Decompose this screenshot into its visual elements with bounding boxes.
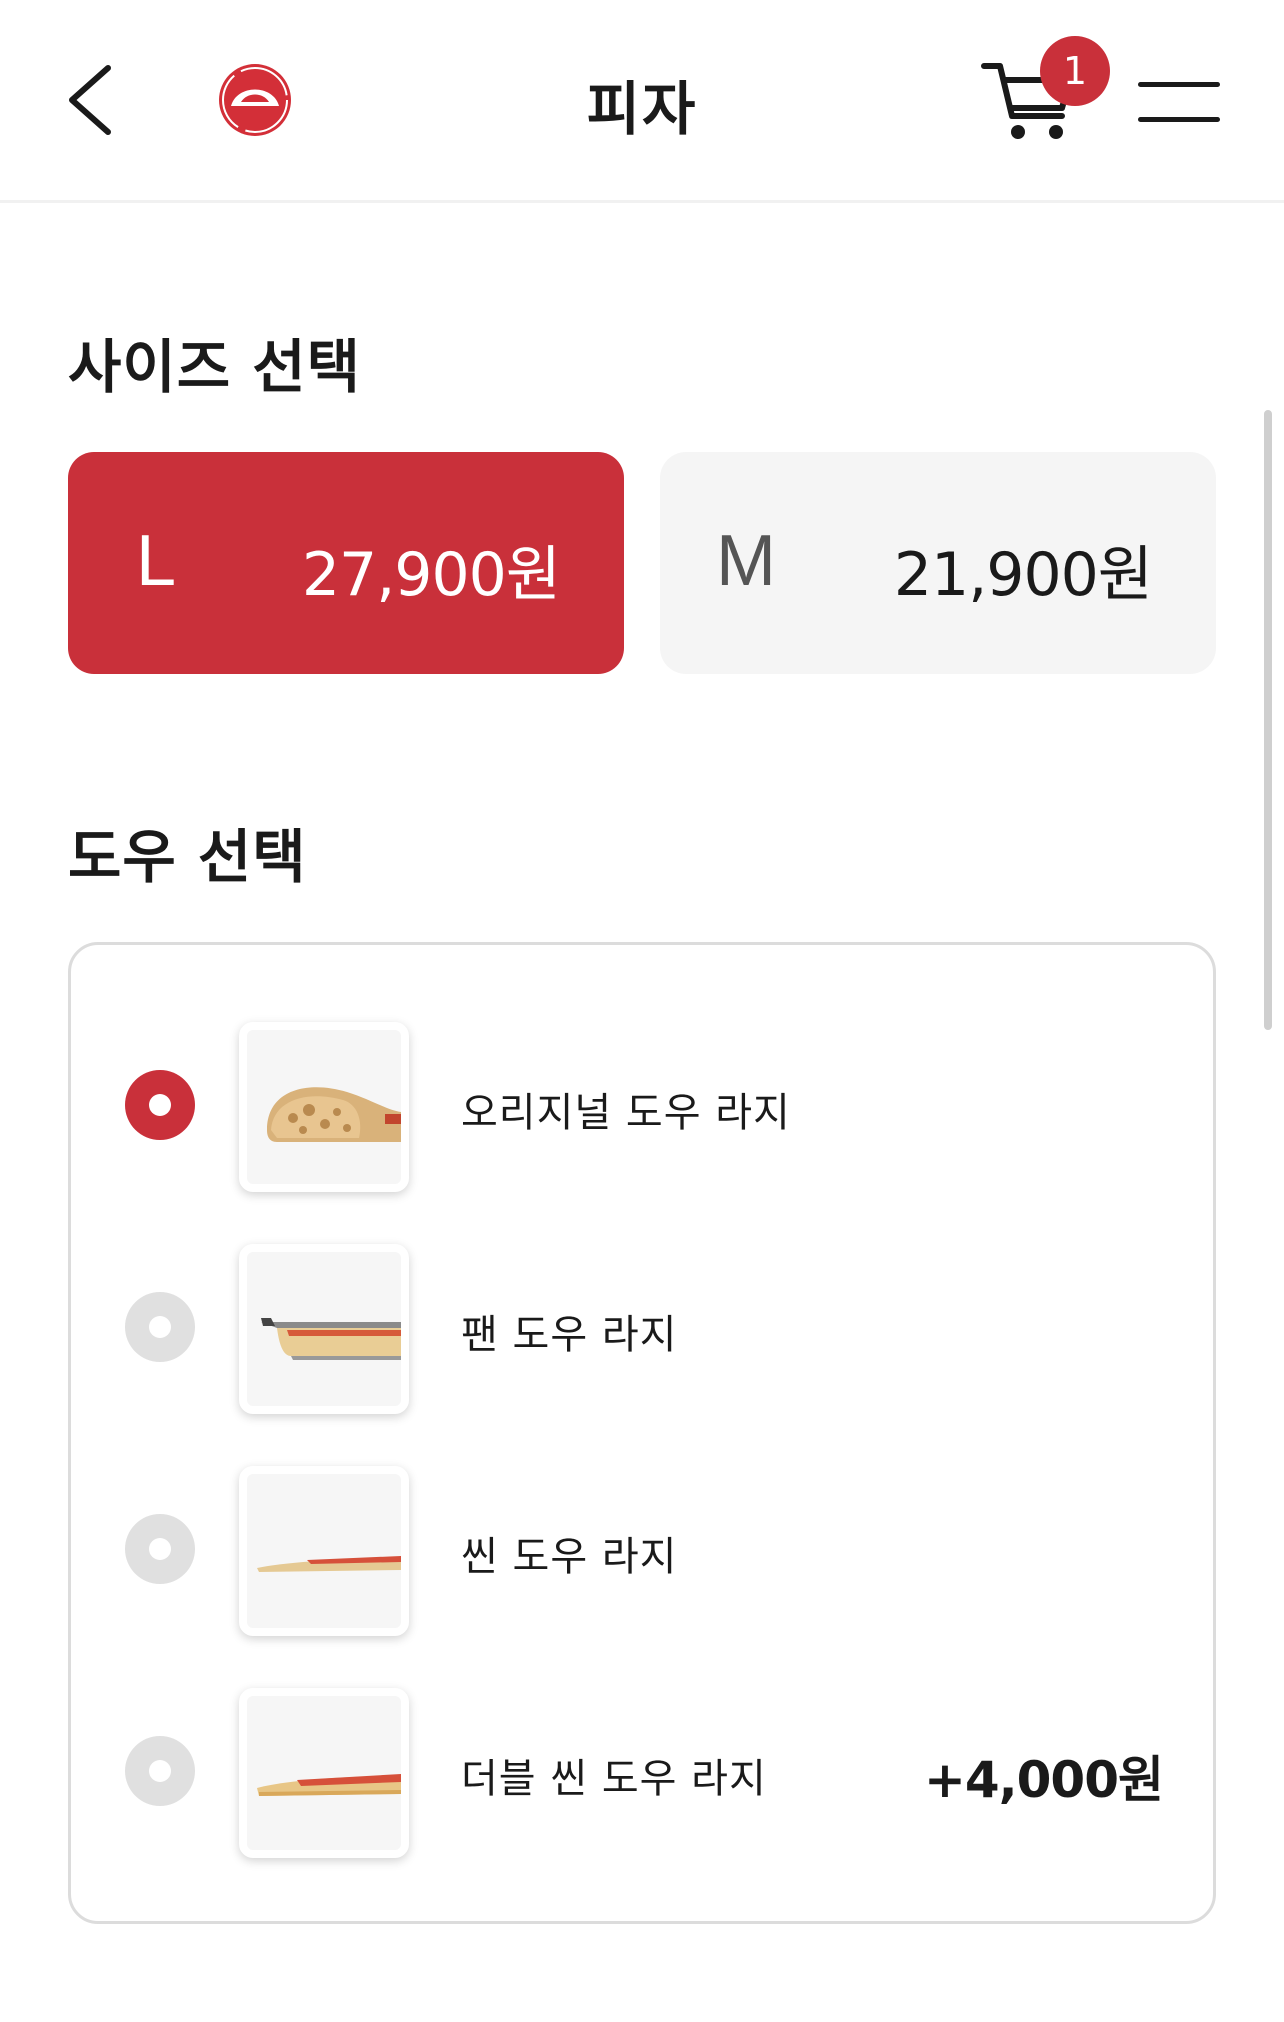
dough-label: 팬 도우 라지 <box>461 1312 678 1358</box>
dough-label: 씬 도우 라지 <box>461 1534 678 1580</box>
thin-dough-image <box>239 1466 409 1636</box>
menu-line-icon <box>1138 82 1220 87</box>
radio-button-unselected[interactable] <box>125 1736 195 1806</box>
dough-label: 더블 씬 도우 라지 <box>461 1756 767 1802</box>
extra-price: +4,000원 <box>923 1751 1164 1809</box>
menu-line-icon <box>1138 117 1220 122</box>
dough-option-double-thin[interactable]: 더블 씬 도우 라지 +4,000원 <box>71 1684 1213 1860</box>
size-price: 27,900원 <box>301 540 561 610</box>
size-letter: L <box>136 521 177 601</box>
size-option-medium[interactable]: M 21,900원 <box>660 452 1216 674</box>
hamburger-menu-button[interactable] <box>1138 82 1220 126</box>
scrollbar[interactable] <box>1264 410 1272 1030</box>
dough-options-list: 오리지널 도우 라지 팬 도우 라지 씬 도우 라지 더블 씬 도우 라지 +4… <box>68 942 1216 1924</box>
pizza-option-page: 피자 1 사이즈 선택 L 27,900원 M 21,900원 도우 선택 오리… <box>0 0 1284 2022</box>
original-dough-image <box>239 1022 409 1192</box>
dough-option-pan[interactable]: 팬 도우 라지 <box>71 1240 1213 1416</box>
radio-button-unselected[interactable] <box>125 1292 195 1362</box>
radio-button-unselected[interactable] <box>125 1514 195 1584</box>
size-option-large[interactable]: L 27,900원 <box>68 452 624 674</box>
dough-section-title: 도우 선택 <box>68 823 307 891</box>
radio-button-selected[interactable] <box>125 1070 195 1140</box>
cart-count-badge: 1 <box>1040 36 1110 106</box>
pan-dough-image <box>239 1244 409 1414</box>
double-thin-dough-image <box>239 1688 409 1858</box>
dough-option-thin[interactable]: 씬 도우 라지 <box>71 1462 1213 1638</box>
size-section-title: 사이즈 선택 <box>68 333 361 401</box>
top-header: 피자 1 <box>0 0 1284 203</box>
size-letter: M <box>716 521 776 601</box>
dough-label: 오리지널 도우 라지 <box>461 1090 791 1136</box>
size-price: 21,900원 <box>893 540 1153 610</box>
dough-option-original[interactable]: 오리지널 도우 라지 <box>71 1018 1213 1194</box>
